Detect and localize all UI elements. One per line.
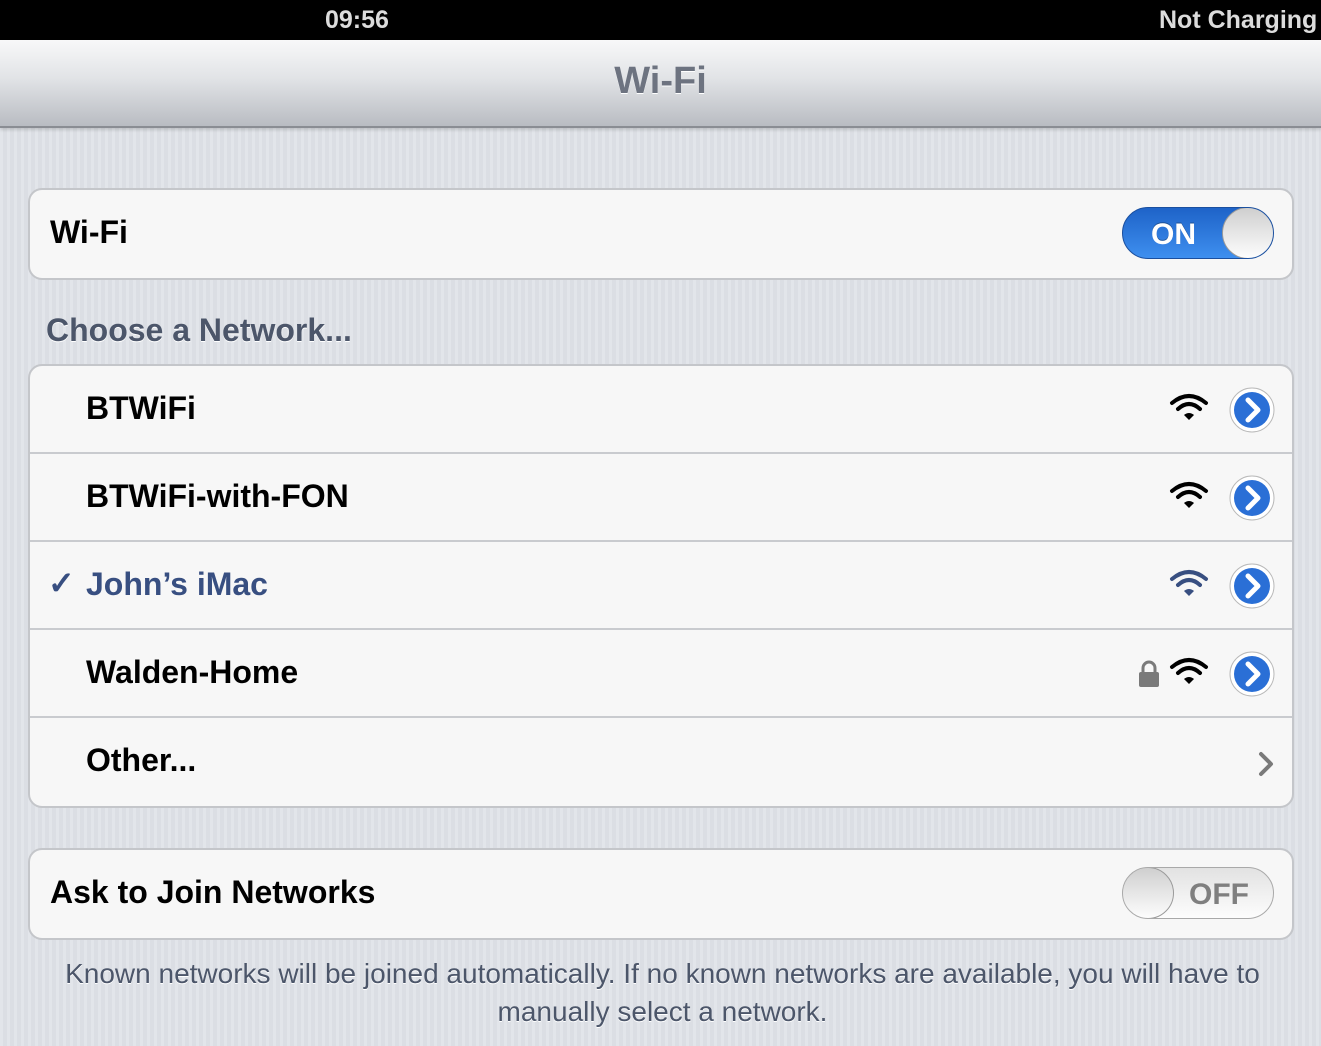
other-network-row[interactable]: Other...	[30, 718, 1292, 806]
ask-to-join-toggle[interactable]: OFF	[1122, 867, 1274, 919]
network-name: John’s iMac	[86, 566, 268, 602]
detail-disclosure-icon[interactable]	[1228, 386, 1276, 434]
wifi-signal-icon	[1170, 394, 1208, 420]
wifi-label: Wi-Fi	[50, 214, 128, 250]
network-name: BTWiFi	[86, 390, 196, 426]
navigation-bar: Wi-Fi	[0, 40, 1321, 128]
network-row-btwifi[interactable]: BTWiFi	[30, 366, 1292, 454]
wifi-toggle-text: ON	[1151, 218, 1196, 251]
other-network-label: Other...	[86, 742, 197, 778]
wifi-toggle[interactable]: ON	[1122, 207, 1274, 259]
status-time: 09:56	[325, 6, 389, 34]
wifi-signal-icon	[1170, 570, 1208, 596]
wifi-signal-icon	[1170, 658, 1208, 684]
toggle-knob	[1123, 868, 1174, 918]
wifi-toggle-group: Wi-Fi ON	[28, 188, 1294, 280]
wifi-signal-icon	[1170, 482, 1208, 508]
ask-to-join-toggle-text: OFF	[1189, 878, 1249, 911]
ask-to-join-label: Ask to Join Networks	[50, 874, 376, 910]
footer-note: Known networks will be joined automatica…	[65, 958, 1260, 1027]
network-row-btwifi-with-fon[interactable]: BTWiFi-with-FON	[30, 454, 1292, 542]
networks-header: Choose a Network...	[46, 312, 352, 348]
page-title: Wi-Fi	[614, 60, 707, 102]
chevron-right-icon	[1259, 752, 1273, 776]
status-bar: 09:56 Not Charging	[0, 0, 1321, 40]
battery-status: Not Charging	[1159, 6, 1318, 34]
network-list: BTWiFi BTWiFi-with-FON ✓ John’s iMac Wal…	[28, 364, 1294, 808]
ask-to-join-group: Ask to Join Networks OFF	[28, 848, 1294, 940]
lock-icon	[1139, 660, 1159, 687]
toggle-knob	[1222, 208, 1273, 258]
network-name: Walden-Home	[86, 654, 299, 690]
detail-disclosure-icon[interactable]	[1228, 650, 1276, 698]
wifi-cell: Wi-Fi ON	[30, 190, 1292, 278]
ask-to-join-cell: Ask to Join Networks OFF	[30, 850, 1292, 938]
network-row-johns-imac[interactable]: ✓ John’s iMac	[30, 542, 1292, 630]
detail-disclosure-icon[interactable]	[1228, 562, 1276, 610]
network-row-walden-home[interactable]: Walden-Home	[30, 630, 1292, 718]
detail-disclosure-icon[interactable]	[1228, 474, 1276, 522]
network-name: BTWiFi-with-FON	[86, 478, 349, 514]
checkmark-icon: ✓	[48, 565, 75, 601]
